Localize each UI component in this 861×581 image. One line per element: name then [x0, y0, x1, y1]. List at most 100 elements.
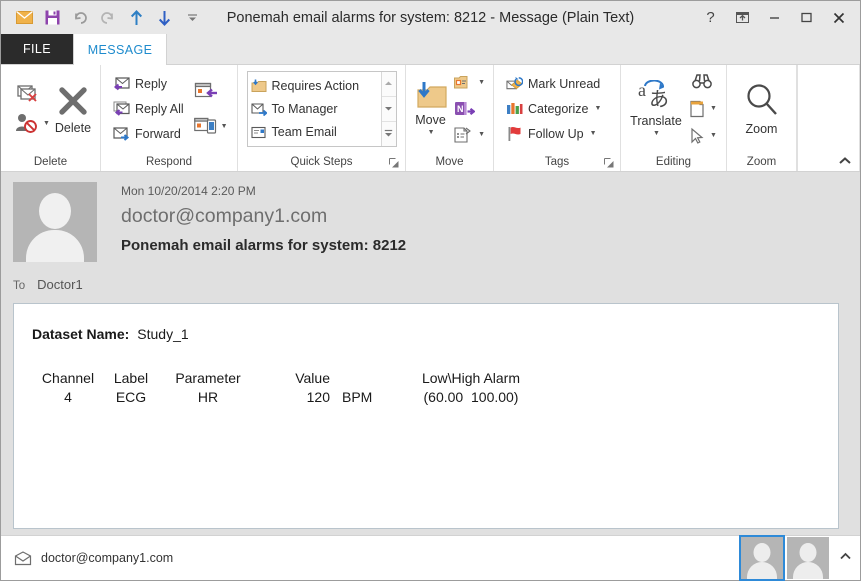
- tab-message[interactable]: MESSAGE: [73, 34, 167, 65]
- envelope-icon[interactable]: [11, 6, 37, 30]
- quick-step-team-email[interactable]: Team Email: [251, 120, 381, 143]
- to-manager-icon: [251, 101, 267, 117]
- customize-qat-icon[interactable]: [179, 6, 205, 30]
- avatar-body-icon: [26, 230, 84, 262]
- svg-text:あ: あ: [649, 89, 669, 111]
- cell-channel: 4: [32, 389, 104, 408]
- follow-up-label: Follow Up: [528, 127, 584, 141]
- ribbon-group-quick-steps-label: Quick Steps: [238, 152, 405, 171]
- next-item-icon[interactable]: [151, 6, 177, 30]
- move-folder-big-icon: [413, 81, 449, 111]
- column-header-parameter: Parameter: [158, 370, 258, 389]
- quick-steps-scroll-down-button[interactable]: [382, 97, 396, 122]
- status-email[interactable]: doctor@company1.com: [41, 551, 173, 565]
- actions-button[interactable]: ▼: [451, 122, 487, 147]
- reply-all-button[interactable]: Reply All: [109, 96, 188, 121]
- onenote-button[interactable]: N: [451, 96, 487, 121]
- minimize-button[interactable]: [759, 5, 790, 31]
- expand-people-pane-button[interactable]: [835, 552, 860, 564]
- junk-caret-icon[interactable]: ▼: [43, 120, 50, 127]
- message-sender[interactable]: doctor@company1.com: [121, 205, 406, 228]
- actions-caret-icon[interactable]: ▼: [478, 131, 485, 138]
- avatar-head-icon: [39, 193, 71, 229]
- related-button[interactable]: ▼: [685, 96, 719, 121]
- person-body-icon: [747, 562, 777, 579]
- quick-step-requires-action[interactable]: Requires Action: [251, 74, 381, 97]
- message-header: Mon 10/20/2014 2:20 PM doctor@company1.c…: [1, 172, 860, 299]
- rules-button[interactable]: ▼: [451, 70, 487, 95]
- close-button[interactable]: [823, 5, 854, 31]
- help-button[interactable]: ?: [695, 5, 726, 31]
- people-card[interactable]: [787, 537, 829, 579]
- column-header-label: Label: [104, 370, 158, 389]
- tags-dialog-launcher[interactable]: [603, 157, 614, 168]
- restore-down-button[interactable]: [727, 5, 758, 31]
- rules-caret-icon[interactable]: ▼: [478, 79, 485, 86]
- quick-step-label: Requires Action: [272, 79, 360, 93]
- cell-unit: BPM: [336, 389, 396, 408]
- quick-steps-gallery[interactable]: Requires Action To Manager: [247, 71, 397, 147]
- follow-up-button[interactable]: Follow Up ▼: [502, 121, 605, 146]
- quick-access-toolbar: [1, 6, 205, 30]
- follow-up-caret-icon[interactable]: ▼: [590, 130, 597, 137]
- delete-x-icon: [55, 83, 91, 119]
- more-respond-caret-icon[interactable]: ▼: [221, 123, 228, 130]
- quick-steps-scrollbar[interactable]: [381, 72, 396, 146]
- forward-button-label: Forward: [135, 127, 181, 141]
- related-caret-icon[interactable]: ▼: [710, 105, 717, 112]
- ribbon-group-respond: Reply Reply All Forward: [101, 65, 238, 171]
- meeting-button[interactable]: [192, 79, 230, 104]
- tab-file[interactable]: FILE: [1, 34, 73, 64]
- cell-alarm: (60.00 100.00): [396, 389, 546, 408]
- mark-unread-label: Mark Unread: [528, 77, 600, 91]
- quick-step-to-manager[interactable]: To Manager: [251, 97, 381, 120]
- window-controls: ?: [695, 5, 860, 31]
- find-button[interactable]: [685, 69, 719, 94]
- more-respond-button[interactable]: ▼: [192, 114, 230, 139]
- previous-item-icon[interactable]: [123, 6, 149, 30]
- delete-button[interactable]: Delete: [52, 71, 94, 147]
- categorize-caret-icon[interactable]: ▼: [594, 105, 601, 112]
- mark-unread-button[interactable]: Mark Unread: [502, 71, 605, 96]
- cell-label: ECG: [104, 389, 158, 408]
- ribbon-group-move: Move ▼ ▼ N ▼ Move: [406, 65, 494, 171]
- outlook-message-window: Ponemah email alarms for system: 8212 - …: [0, 0, 861, 581]
- quick-steps-more-button[interactable]: [382, 122, 396, 146]
- dataset-name-value: Study_1: [137, 326, 188, 342]
- message-to-value[interactable]: Doctor1: [37, 277, 83, 292]
- quick-steps-dialog-launcher[interactable]: [388, 157, 399, 168]
- junk-button[interactable]: ▼: [7, 111, 52, 136]
- forward-button[interactable]: Forward: [109, 121, 188, 146]
- message-body[interactable]: Dataset Name:Study_1 Channel Label Param…: [13, 303, 839, 529]
- maximize-button[interactable]: [791, 5, 822, 31]
- ribbon-tabs: FILE MESSAGE: [1, 34, 860, 65]
- title-bar: Ponemah email alarms for system: 8212 - …: [1, 1, 860, 34]
- translate-button[interactable]: aあ Translate ▼: [627, 71, 685, 147]
- ribbon-group-delete: ▼ Delete Delete: [1, 65, 101, 171]
- collapse-ribbon-button[interactable]: [838, 156, 852, 169]
- move-button[interactable]: Move ▼: [410, 71, 451, 147]
- translate-caret-icon[interactable]: ▼: [653, 130, 660, 137]
- redo-icon[interactable]: [95, 6, 121, 30]
- categorize-button[interactable]: Categorize ▼: [502, 96, 605, 121]
- people-pane-cards: [741, 537, 835, 579]
- move-caret-icon[interactable]: ▼: [428, 129, 435, 136]
- select-button[interactable]: ▼: [685, 123, 719, 148]
- mark-unread-icon: [506, 75, 523, 92]
- save-icon[interactable]: [39, 6, 65, 30]
- message-date: Mon 10/20/2014 2:20 PM: [121, 184, 406, 198]
- zoom-button[interactable]: Zoom: [733, 71, 790, 147]
- ribbon-group-tags: Mark Unread Categorize ▼ Follow Up: [494, 65, 621, 171]
- people-card-selected[interactable]: [741, 537, 783, 579]
- reply-button[interactable]: Reply: [109, 71, 188, 96]
- message-header-text: Mon 10/20/2014 2:20 PM doctor@company1.c…: [97, 182, 406, 299]
- magnifier-icon: [742, 82, 782, 120]
- cell-value: 120: [258, 389, 336, 408]
- quick-steps-scroll-up-button[interactable]: [382, 72, 396, 97]
- undo-icon[interactable]: [67, 6, 93, 30]
- reply-button-label: Reply: [135, 77, 167, 91]
- ignore-button[interactable]: [7, 82, 52, 107]
- select-caret-icon[interactable]: ▼: [710, 132, 717, 139]
- select-cursor-icon: [687, 127, 707, 145]
- table-header-row: Channel Label Parameter Value Low\High A…: [32, 370, 546, 389]
